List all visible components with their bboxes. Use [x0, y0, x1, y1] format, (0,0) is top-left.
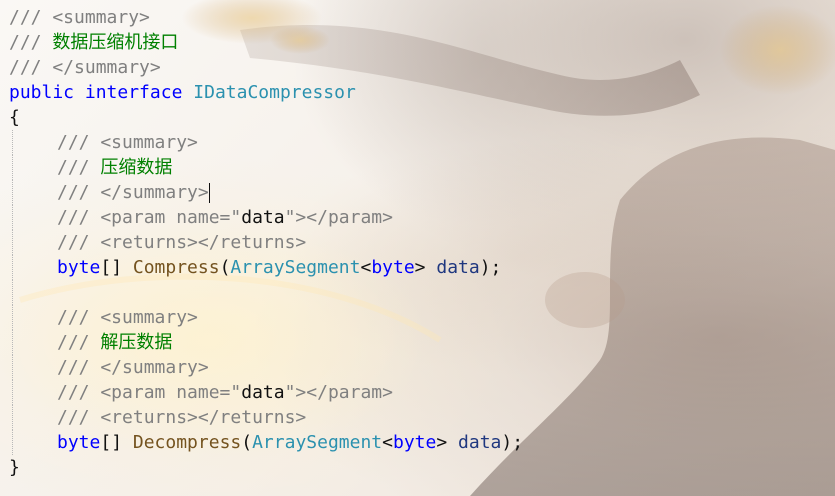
code-line[interactable]: /// <summary> — [9, 130, 523, 155]
code-line[interactable]: /// <param name="data"></param> — [9, 380, 523, 405]
code-area[interactable]: /// <summary>/// 数据压缩机接口/// </summary> pu… — [9, 5, 523, 480]
comment-text-token: 解压数据 — [100, 332, 173, 353]
code-editor[interactable]: /// <summary>/// 数据压缩机接口/// </summary> pu… — [0, 0, 835, 496]
type-token: IDataCompressor — [193, 82, 356, 103]
plain-token: ); — [501, 432, 524, 453]
comment-token: /// — [9, 32, 53, 53]
method-token: Decompress — [132, 432, 242, 453]
indent-guide — [9, 230, 57, 255]
comment-token: /// <param name=" — [57, 382, 242, 403]
keyword-token: interface — [84, 82, 183, 103]
keyword-token: byte — [57, 257, 101, 278]
text-caret — [208, 183, 210, 203]
indent-guide — [9, 430, 57, 455]
indent-guide — [9, 305, 57, 330]
code-line[interactable]: /// <summary> — [9, 5, 523, 30]
code-line[interactable]: /// <returns></returns> — [9, 230, 523, 255]
comment-token: /// <returns></returns> — [57, 232, 307, 253]
comment-token: /// — [57, 157, 101, 178]
indent-guide — [9, 130, 57, 155]
comment-token: "></param> — [284, 207, 393, 228]
parameter-token: data — [436, 257, 480, 278]
indent-guide — [9, 255, 57, 280]
plain-token: [] — [100, 432, 133, 453]
plain-token: < — [360, 257, 372, 278]
code-line[interactable]: byte[] Compress(ArraySegment<byte> data)… — [9, 255, 523, 280]
method-token: Compress — [132, 257, 220, 278]
indent-guide — [9, 380, 57, 405]
indent-guide — [9, 280, 57, 305]
parameter-token: data — [458, 432, 502, 453]
comment-token: /// </summary> — [57, 357, 209, 378]
comment-token: /// </summary> — [9, 57, 161, 78]
code-line[interactable]: } — [9, 455, 523, 480]
indent-guide — [9, 355, 57, 380]
code-line[interactable]: byte[] Decompress(ArraySegment<byte> dat… — [9, 430, 523, 455]
comment-token: /// <returns></returns> — [57, 407, 307, 428]
plain-token: ( — [241, 432, 253, 453]
plain-token: data — [241, 382, 285, 403]
plain-token: } — [9, 457, 20, 478]
indent-guide — [9, 155, 57, 180]
comment-token: /// <param name=" — [57, 207, 242, 228]
comment-text-token: 压缩数据 — [100, 157, 173, 178]
plain-token: > — [414, 257, 437, 278]
code-line[interactable]: /// </summary> — [9, 180, 523, 205]
comment-token: /// <summary> — [57, 307, 198, 328]
plain-token: > — [436, 432, 459, 453]
plain-token: < — [382, 432, 393, 453]
plain-token: { — [9, 107, 20, 128]
code-line[interactable]: public interface IDataCompressor — [9, 80, 523, 105]
code-line[interactable]: /// </summary> — [9, 355, 523, 380]
indent-guide — [9, 330, 57, 355]
plain-token: data — [241, 207, 285, 228]
code-line[interactable]: /// 解压数据 — [9, 330, 523, 355]
plain-token: ); — [479, 257, 502, 278]
comment-token: /// — [57, 332, 101, 353]
code-line[interactable]: /// <returns></returns> — [9, 405, 523, 430]
code-line[interactable]: /// <param name="data"></param> — [9, 205, 523, 230]
keyword-token: byte — [57, 432, 101, 453]
code-line[interactable] — [9, 280, 523, 305]
keyword-token: public — [9, 82, 75, 103]
keyword-token: byte — [371, 257, 415, 278]
code-line[interactable]: /// 压缩数据 — [9, 155, 523, 180]
comment-text-token: 数据压缩机接口 — [52, 32, 179, 53]
indent-guide — [9, 405, 57, 430]
comment-token: /// <summary> — [9, 7, 150, 28]
comment-token: /// </summary> — [57, 182, 209, 203]
code-line[interactable]: /// 数据压缩机接口 — [9, 30, 523, 55]
comment-token: /// <summary> — [57, 132, 198, 153]
code-line[interactable]: /// </summary> — [9, 55, 523, 80]
code-line[interactable]: /// <summary> — [9, 305, 523, 330]
indent-guide — [9, 205, 57, 230]
keyword-token: byte — [392, 432, 437, 453]
plain-token: ( — [219, 257, 231, 278]
plain-token: [] — [100, 257, 133, 278]
indent-guide — [9, 180, 57, 205]
type-token: ArraySegment — [230, 257, 361, 278]
type-token: ArraySegment — [252, 432, 383, 453]
code-line[interactable]: { — [9, 105, 523, 130]
comment-token: "></param> — [284, 382, 393, 403]
